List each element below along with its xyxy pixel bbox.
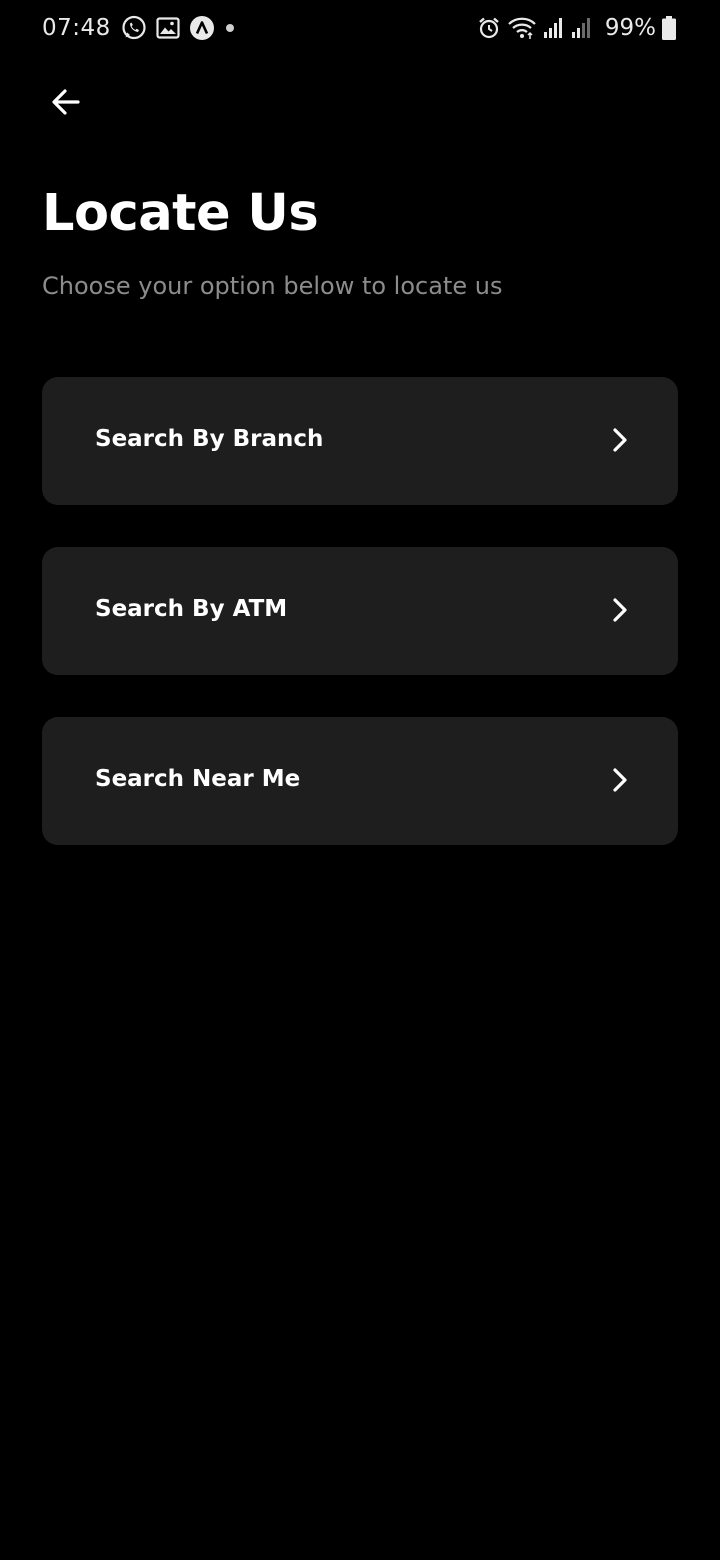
option-label: Search By ATM <box>95 596 288 622</box>
battery-percent: 99% <box>604 15 656 41</box>
options-list: Search By Branch Search By ATM Search Ne… <box>42 377 678 887</box>
wifi-icon <box>507 16 537 40</box>
app-notification-icon <box>189 15 215 41</box>
chevron-right-icon <box>613 598 627 622</box>
status-time: 07:48 <box>42 15 111 41</box>
gallery-icon <box>156 17 180 39</box>
chevron-right-icon <box>613 768 627 792</box>
signal-icon <box>543 17 565 39</box>
option-label: Search Near Me <box>95 766 301 792</box>
status-bar-right: 99% <box>477 12 682 44</box>
whatsapp-icon <box>121 15 147 41</box>
dot-icon <box>224 22 236 34</box>
page-subtitle: Choose your option below to locate us <box>42 272 503 300</box>
alarm-icon <box>477 16 501 40</box>
status-bar: 07:48 99% <box>0 0 720 56</box>
battery-icon <box>662 16 676 40</box>
back-button[interactable] <box>44 80 88 124</box>
option-label: Search By Branch <box>95 426 324 452</box>
search-by-branch-button[interactable]: Search By Branch <box>42 377 678 505</box>
arrow-left-icon <box>52 89 80 115</box>
status-bar-left: 07:48 <box>42 12 245 44</box>
page-title: Locate Us <box>42 184 319 243</box>
signal-icon <box>571 17 593 39</box>
search-by-atm-button[interactable]: Search By ATM <box>42 547 678 675</box>
search-near-me-button[interactable]: Search Near Me <box>42 717 678 845</box>
chevron-right-icon <box>613 428 627 452</box>
